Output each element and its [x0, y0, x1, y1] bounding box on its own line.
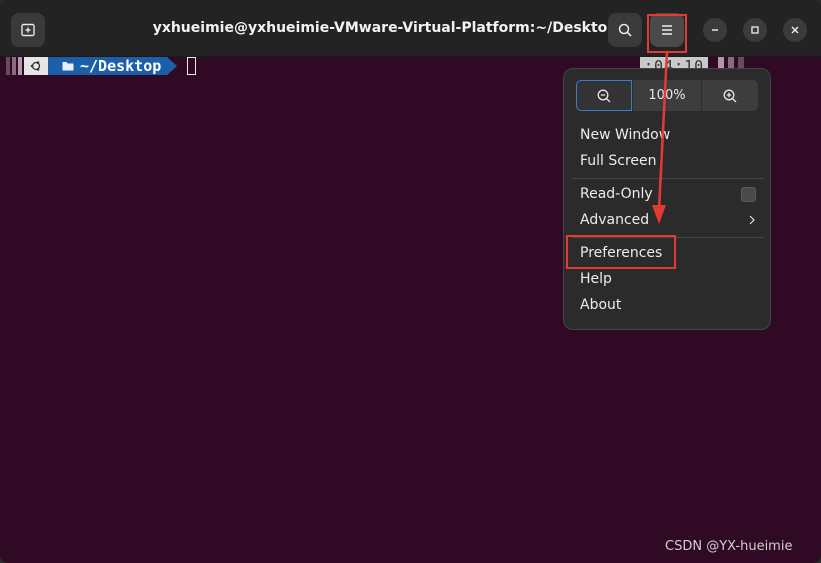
annotation-arrow — [652, 51, 669, 224]
watermark: CSDN @YX-hueimie — [665, 539, 793, 554]
terminal-window: yxhueimie@yxhueimie-VMware-Virtual-Platf… — [0, 0, 821, 563]
